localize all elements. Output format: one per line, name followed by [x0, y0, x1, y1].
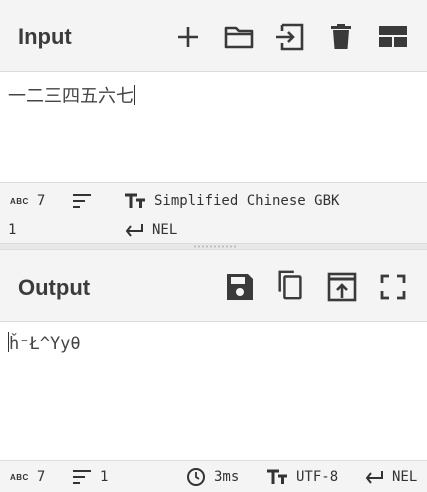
text-caret: [134, 85, 135, 105]
input-text: 一二三四五六七: [8, 86, 134, 107]
output-lines-value: 1: [100, 469, 109, 485]
output-length-value: 7: [36, 469, 46, 485]
lines-icon: [73, 194, 91, 208]
input-eol-button[interactable]: NEL: [124, 220, 177, 240]
output-eol-button[interactable]: NEL: [364, 467, 417, 487]
copy-icon[interactable]: [275, 269, 307, 301]
return-icon: [125, 224, 143, 237]
output-title: Output: [18, 275, 91, 300]
output-header: Output: [0, 250, 427, 322]
folder-open-icon[interactable]: [223, 21, 255, 53]
pane-resize-handle[interactable]: [0, 243, 427, 250]
output-status-bar: ABC 7 1 3ms UTF-8 NEL: [0, 460, 427, 492]
input-title: Input: [18, 24, 72, 49]
output-eol-label: NEL: [392, 469, 418, 485]
input-eol-label: NEL: [152, 222, 178, 238]
abc-icon: ABC: [10, 472, 29, 482]
output-length-stat: ABC 7: [10, 467, 45, 487]
output-encoding-button[interactable]: UTF-8: [266, 467, 338, 487]
output-time-stat: 3ms: [186, 467, 239, 487]
add-icon[interactable]: [172, 21, 204, 53]
return-icon: [365, 471, 383, 484]
clock-icon: [187, 468, 205, 486]
grip-dots: [193, 245, 237, 248]
input-lines-icon-item: [72, 191, 92, 211]
layout-icon[interactable]: [377, 21, 409, 53]
output-text: ȟ⁻Ł^Yyθ: [9, 334, 81, 354]
output-lines-stat: 1: [72, 467, 108, 487]
lines-icon: [73, 470, 91, 484]
output-textarea[interactable]: ȟ⁻Ł^Yyθ: [0, 322, 427, 460]
input-length-stat: ABC 7: [10, 191, 45, 211]
text-format-icon: [125, 193, 145, 208]
input-length-value: 7: [36, 193, 46, 209]
input-status-bar: ABC 7 Simplified Chinese GBK 1 NEL: [0, 182, 427, 243]
file-import-icon[interactable]: [274, 21, 306, 53]
open-in-new-icon[interactable]: [326, 271, 358, 303]
fullscreen-icon[interactable]: [377, 271, 409, 303]
input-textarea[interactable]: 一二三四五六七: [0, 72, 427, 182]
input-encoding-button[interactable]: Simplified Chinese GBK: [124, 191, 339, 211]
input-lines-stat: 1: [8, 220, 16, 240]
output-time-value: 3ms: [214, 469, 240, 485]
trash-icon[interactable]: [325, 21, 357, 53]
abc-icon: ABC: [10, 196, 29, 206]
input-lines-value: 1: [8, 222, 17, 238]
input-header: Input: [0, 0, 427, 72]
text-format-icon: [267, 469, 287, 484]
input-encoding-label: Simplified Chinese GBK: [154, 193, 340, 209]
output-encoding-label: UTF-8: [296, 469, 339, 485]
save-icon[interactable]: [224, 271, 256, 303]
